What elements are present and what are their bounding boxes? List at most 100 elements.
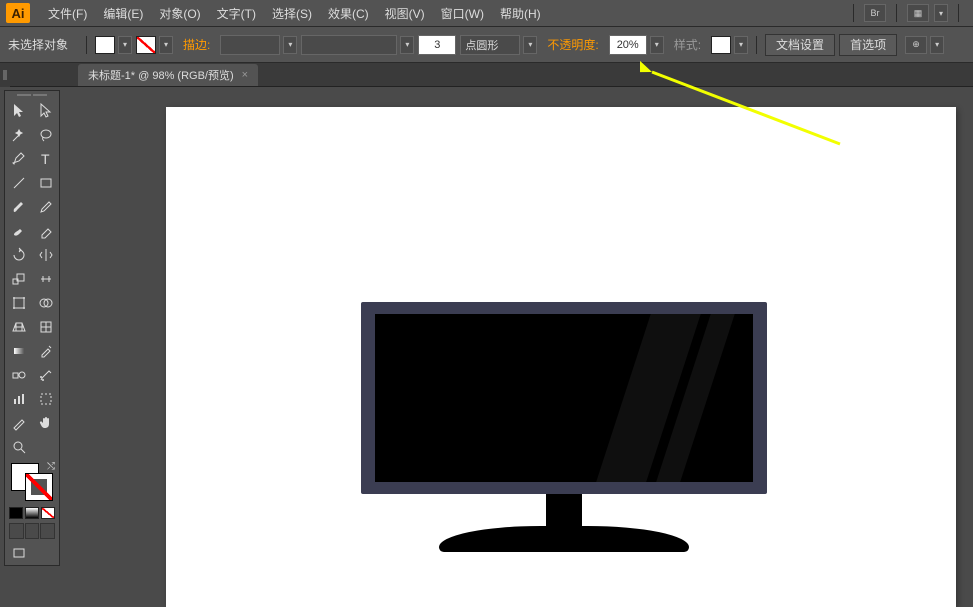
menu-edit[interactable]: 编辑(E) [95,5,151,22]
empty-tool-slot [32,541,59,565]
width-tool[interactable] [32,267,59,291]
lasso-tool[interactable] [32,123,59,147]
stroke-weight-dropdown[interactable]: ▾ [283,36,297,54]
column-graph-tool[interactable] [5,387,32,411]
document-tab-bar: 未标题-1* @ 98% (RGB/预览) × [0,63,973,87]
draw-normal[interactable] [9,523,24,539]
menu-view[interactable]: 视图(V) [377,5,433,22]
symbol-sprayer-tool[interactable] [32,363,59,387]
document-setup-button[interactable]: 文档设置 [765,34,835,56]
fill-swatch[interactable] [95,36,115,54]
direct-selection-tool[interactable] [32,99,59,123]
eraser-tool[interactable] [32,219,59,243]
stroke-indicator[interactable] [25,473,53,501]
opacity-input[interactable] [609,35,647,55]
toolbox: T [4,90,60,566]
artboard[interactable] [166,107,956,607]
layout-icon[interactable]: ▦ [907,4,929,22]
empty-tool-slot [32,435,59,459]
divider [853,4,854,22]
menu-effect[interactable]: 效果(C) [320,5,377,22]
style-label: 样式: [674,36,701,53]
blob-brush-tool[interactable] [5,219,32,243]
menu-help[interactable]: 帮助(H) [492,5,549,22]
control-bar: 未选择对象 ▾ ▾ 描边: ▾ ▾ 点圆形 ▾ 不透明度: ▾ 样式: ▾ 文档… [0,27,973,63]
selection-tool[interactable] [5,99,32,123]
rotate-tool[interactable] [5,243,32,267]
mesh-tool[interactable] [32,315,59,339]
stroke-swatch[interactable] [136,36,156,54]
divider [958,4,959,22]
screen-mode-tool[interactable] [5,541,32,565]
layout-dropdown[interactable]: ▾ [934,4,948,22]
brush-dropdown[interactable]: ▾ [400,36,414,54]
pen-tool[interactable] [5,147,32,171]
magic-wand-tool[interactable] [5,123,32,147]
fill-dropdown[interactable]: ▾ [118,36,132,54]
shape-builder-tool[interactable] [32,291,59,315]
slice-tool[interactable] [5,411,32,435]
pencil-tool[interactable] [32,195,59,219]
artboard-tool[interactable] [32,387,59,411]
menu-select[interactable]: 选择(S) [264,5,320,22]
panel-collapse-handle[interactable] [0,63,10,87]
eyedropper-tool[interactable] [32,339,59,363]
document-tab-title: 未标题-1* @ 98% (RGB/预览) [88,67,234,83]
document-tab[interactable]: 未标题-1* @ 98% (RGB/预览) × [78,64,258,86]
app-logo: Ai [6,3,30,23]
menu-file[interactable]: 文件(F) [40,5,95,22]
rectangle-tool[interactable] [32,171,59,195]
menu-object[interactable]: 对象(O) [151,5,208,22]
monitor-neck [546,494,582,530]
color-mode-none[interactable] [41,507,55,519]
toolbox-grip[interactable] [5,91,59,99]
selection-status: 未选择对象 [8,36,68,53]
monitor-base [439,526,689,552]
type-tool[interactable]: T [32,147,59,171]
menu-bar: Ai 文件(F) 编辑(E) 对象(O) 文字(T) 选择(S) 效果(C) 视… [0,0,973,27]
graphic-style-swatch[interactable] [711,36,731,54]
perspective-grid-tool[interactable] [5,315,32,339]
brush-combo[interactable] [301,35,397,55]
svg-text:T: T [41,151,50,167]
opacity-dropdown[interactable]: ▾ [650,36,664,54]
stroke-style-dropdown[interactable]: ▾ [523,36,537,54]
reflect-tool[interactable] [32,243,59,267]
canvas-area[interactable] [78,87,971,596]
opacity-label: 不透明度: [547,36,598,53]
stroke-style-combo[interactable]: 点圆形 [460,35,520,55]
stroke-label: 描边: [183,36,210,53]
stroke-points-input[interactable] [418,35,456,55]
menu-window[interactable]: 窗口(W) [433,5,492,22]
scale-tool[interactable] [5,267,32,291]
color-mode-solid[interactable] [9,507,23,519]
line-tool[interactable] [5,171,32,195]
free-transform-tool[interactable] [5,291,32,315]
divider [86,36,87,54]
menu-text[interactable]: 文字(T) [209,5,264,22]
swap-fill-stroke-icon[interactable]: ⤭ [47,461,55,472]
preferences-button[interactable]: 首选项 [839,34,897,56]
blend-tool[interactable] [5,363,32,387]
close-tab-icon[interactable]: × [242,69,248,81]
artwork-monitor[interactable] [361,302,767,494]
gradient-tool[interactable] [5,339,32,363]
bridge-icon[interactable]: Br [864,4,886,22]
hand-tool[interactable] [32,411,59,435]
zoom-tool[interactable] [5,435,32,459]
color-mode-gradient[interactable] [25,507,39,519]
stroke-dropdown[interactable]: ▾ [159,36,173,54]
fill-stroke-indicator[interactable]: ⤭ [5,459,59,505]
align-panel-icon[interactable]: ⊕ [905,36,927,54]
divider [756,36,757,54]
color-mode-row [5,505,59,521]
draw-modes [5,521,59,541]
monitor-screen [375,314,753,482]
paintbrush-tool[interactable] [5,195,32,219]
divider [896,4,897,22]
draw-behind[interactable] [25,523,40,539]
graphic-style-dropdown[interactable]: ▾ [734,36,748,54]
draw-inside[interactable] [40,523,55,539]
align-dropdown[interactable]: ▾ [930,36,944,54]
stroke-weight-combo[interactable] [220,35,280,55]
